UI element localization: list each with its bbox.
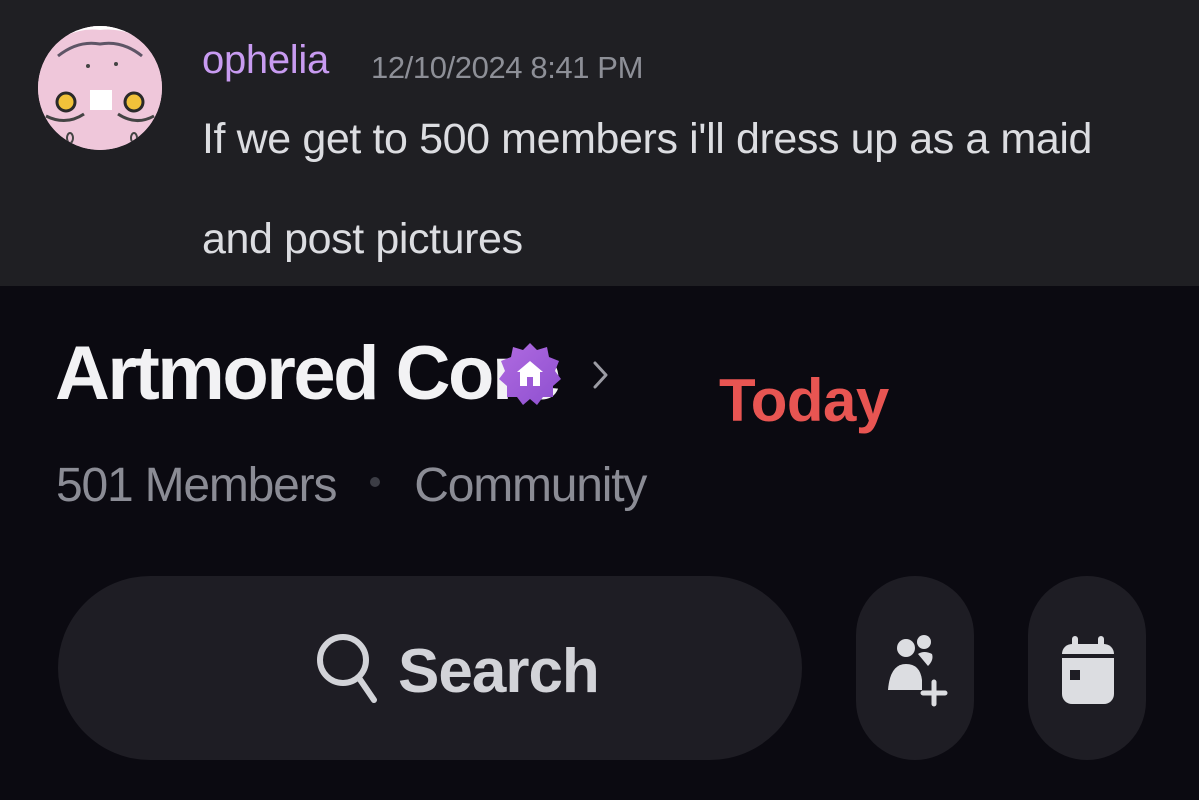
calendar-icon: [1062, 636, 1114, 704]
chevron-right-icon[interactable]: [590, 355, 612, 395]
events-button[interactable]: [1028, 576, 1146, 760]
search-icon: [314, 616, 380, 716]
message-timestamp: 12/10/2024 8:41 PM: [371, 50, 644, 85]
server-name[interactable]: Artmored Core: [55, 330, 561, 417]
add-member-icon: [888, 635, 948, 707]
community-house-badge-icon: [497, 341, 563, 407]
member-count: 501 Members: [56, 459, 337, 512]
message-text-line-2: and post pictures: [202, 215, 523, 263]
server-type: Community: [414, 459, 647, 512]
separator-dot: [370, 477, 381, 488]
message-username[interactable]: ophelia: [202, 38, 329, 83]
search-label: Search: [398, 637, 600, 706]
avatar-image: [38, 26, 162, 150]
today-overlay-text: Today: [719, 367, 889, 434]
message-panel: ophelia 12/10/2024 8:41 PM If we get to …: [0, 0, 1199, 286]
message-text-line-1: If we get to 500 members i'll dress up a…: [202, 115, 1093, 163]
user-avatar[interactable]: [38, 26, 162, 150]
invite-members-button[interactable]: [856, 576, 974, 760]
server-meta: 501 Members Community: [56, 458, 647, 513]
